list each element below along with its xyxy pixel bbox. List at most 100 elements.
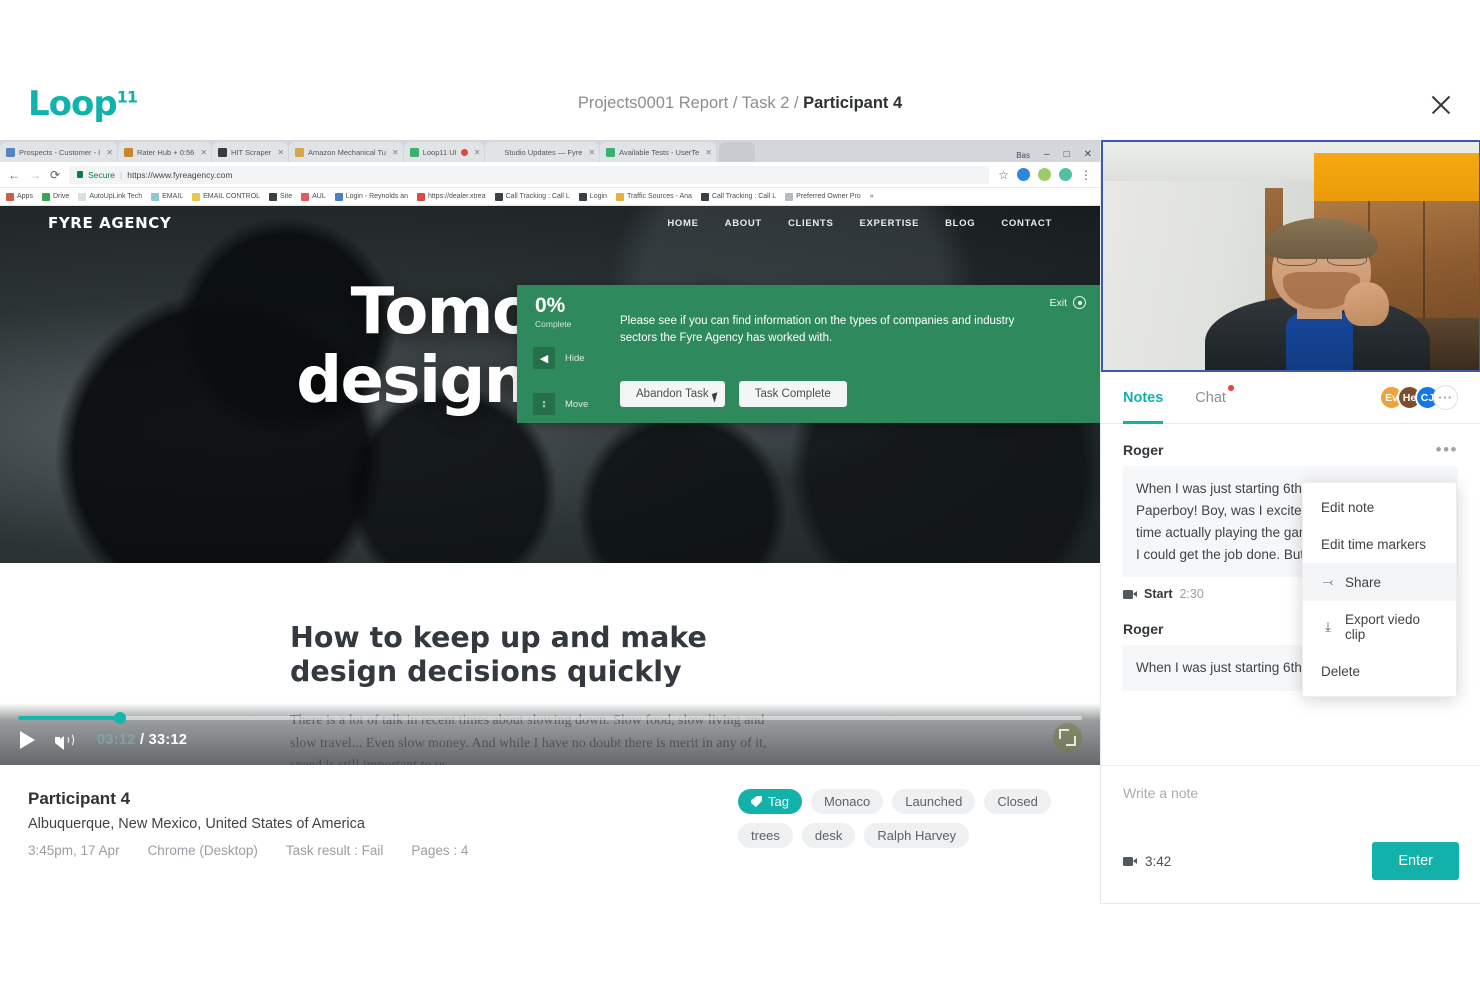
- menu-item-export-viedo-clip[interactable]: ⤓ Export viedo clip: [1303, 601, 1456, 653]
- website-nav-item-clients[interactable]: CLIENTS: [788, 218, 834, 229]
- bookmark-item-10[interactable]: Login: [578, 192, 607, 201]
- note-submit-bar: 3:42 Enter: [1101, 819, 1480, 903]
- tab-notes[interactable]: Notes: [1123, 372, 1164, 424]
- bookmark-item-6[interactable]: AUL: [301, 192, 326, 201]
- back-arrow-icon[interactable]: ←: [8, 168, 20, 182]
- url-input[interactable]: Secure | https://www.fyreagency.com: [69, 165, 990, 184]
- add-tag-button[interactable]: Tag: [738, 789, 802, 814]
- browser-tab-5[interactable]: Studio Updates — Fyre ✕: [485, 142, 600, 162]
- bookmark-item-4[interactable]: EMAIL CONTROL: [192, 192, 260, 201]
- bookmark-item-2[interactable]: AutoUpLink Tech: [78, 192, 142, 201]
- bookmark-item-5[interactable]: Site: [269, 192, 292, 201]
- task-move-control[interactable]: ↕ Move: [533, 393, 588, 415]
- browser-tab-2[interactable]: HIT Scraper ✕: [212, 142, 289, 162]
- bookmark-item-11[interactable]: Traffic Sources - Ana: [615, 192, 692, 201]
- tag-pill-3[interactable]: trees: [738, 823, 793, 848]
- website-nav-item-home[interactable]: HOME: [667, 218, 698, 229]
- window-minimize-icon[interactable]: –: [1044, 150, 1050, 160]
- chrome-menu-icon[interactable]: ⋮: [1080, 168, 1092, 182]
- volume-icon[interactable]: [55, 731, 77, 750]
- abandon-task-button[interactable]: Abandon Task: [620, 381, 725, 407]
- bookmark-label: Traffic Sources - Ana: [626, 193, 692, 200]
- extension-icon-3[interactable]: [1059, 168, 1072, 181]
- tab-close-icon[interactable]: ✕: [200, 148, 207, 157]
- extension-icon-2[interactable]: [1038, 168, 1051, 181]
- bookmark-favicon-icon: [700, 192, 709, 201]
- breadcrumb-current: Participant 4: [803, 94, 903, 112]
- fullscreen-icon[interactable]: [1053, 723, 1082, 752]
- tag-pill-4[interactable]: desk: [801, 823, 856, 848]
- bookmark-item-1[interactable]: Drive: [41, 192, 69, 201]
- menu-item-edit-note[interactable]: Edit note: [1303, 489, 1456, 526]
- avatar-overflow-button[interactable]: ···: [1433, 385, 1458, 410]
- browser-tab-0[interactable]: Prospects - Customer - I ✕: [0, 142, 117, 162]
- note-author: Roger: [1123, 442, 1164, 458]
- bookmark-item-13[interactable]: Preferred Owner Pro: [785, 192, 861, 201]
- website-nav-item-about[interactable]: ABOUT: [725, 218, 762, 229]
- bookmark-item-8[interactable]: https://dealer.xtrea: [417, 192, 486, 201]
- breadcrumb-path[interactable]: Projects0001 Report / Task 2 /: [578, 94, 803, 112]
- bookmark-item-12[interactable]: Call Tracking : Call L: [700, 192, 776, 201]
- tag-pill-2[interactable]: Closed: [984, 789, 1051, 814]
- play-icon[interactable]: [20, 731, 35, 749]
- tag-pill-5[interactable]: Ralph Harvey: [864, 823, 970, 848]
- browser-tab-4[interactable]: Loop11 UI ✕: [403, 142, 485, 162]
- task-exit-button[interactable]: Exit: [1049, 296, 1086, 309]
- bookmark-item-9[interactable]: Call Tracking : Call L: [494, 192, 570, 201]
- bookmark-label: EMAIL: [162, 193, 184, 200]
- tab-title: Loop11 UI: [422, 147, 457, 157]
- menu-item-edit-time-markers[interactable]: Edit time markers: [1303, 526, 1456, 563]
- bookmark-item-3[interactable]: EMAIL: [151, 192, 184, 201]
- website-nav-item-expertise[interactable]: EXPERTISE: [859, 218, 919, 229]
- bookmark-item-0[interactable]: Apps: [6, 192, 33, 201]
- bookmark-favicon-icon: [578, 192, 587, 201]
- website-brand[interactable]: FYRE AGENCY: [48, 214, 171, 232]
- menu-item-share[interactable]: ⤙ Share: [1303, 563, 1456, 601]
- video-progress-handle[interactable]: [114, 711, 127, 724]
- website-nav-item-contact[interactable]: CONTACT: [1001, 218, 1052, 229]
- bookmarks-overflow-icon[interactable]: »: [870, 193, 874, 200]
- bookmark-item-7[interactable]: Login - Reynolds an: [334, 192, 408, 201]
- website-nav-item-blog[interactable]: BLOG: [945, 218, 975, 229]
- breadcrumb: Projects0001 Report / Task 2 / Participa…: [0, 94, 1480, 113]
- extension-icon-1[interactable]: [1017, 168, 1030, 181]
- tab-close-icon[interactable]: ✕: [474, 148, 481, 157]
- tab-close-icon[interactable]: ✕: [588, 148, 595, 157]
- browser-tab-3[interactable]: Amazon Mechanical Tu ✕: [289, 142, 403, 162]
- reload-icon[interactable]: ⟳: [50, 168, 60, 182]
- task-hide-control[interactable]: ◀ Hide: [533, 347, 585, 369]
- close-icon[interactable]: [1426, 90, 1456, 120]
- tab-close-icon[interactable]: ✕: [705, 148, 712, 157]
- task-complete-button[interactable]: Task Complete: [738, 381, 847, 407]
- tab-chat[interactable]: Chat: [1195, 372, 1234, 424]
- tag-pill-0[interactable]: Monaco: [810, 789, 884, 814]
- bookmark-label: Call Tracking : Call L: [505, 193, 570, 200]
- menu-item-delete[interactable]: Delete: [1303, 653, 1456, 690]
- window-close-icon[interactable]: ✕: [1084, 150, 1092, 160]
- more-dots-icon[interactable]: •••: [1436, 441, 1458, 458]
- tab-close-icon[interactable]: ✕: [392, 148, 399, 157]
- bookmark-favicon-icon: [269, 192, 278, 201]
- browser-tab-6[interactable]: Available Tests - UserTe ✕: [600, 142, 716, 162]
- video-progress-track[interactable]: [18, 711, 1082, 724]
- browser-tab-1[interactable]: Rater Hub + 0:56 ✕: [117, 142, 212, 162]
- participant-webcam-feed[interactable]: [1101, 140, 1480, 372]
- share-icon: ⤙: [1322, 574, 1334, 589]
- tab-close-icon[interactable]: ✕: [106, 148, 113, 157]
- new-tab-button[interactable]: [719, 142, 755, 162]
- website-nav: FYRE AGENCY HOME ABOUT CLIENTS EXPERTISE BLO…: [0, 214, 1100, 232]
- bookmark-label: https://dealer.xtrea: [428, 193, 486, 200]
- menu-item-label: Edit time markers: [1321, 537, 1427, 552]
- task-move-label: Move: [565, 398, 589, 410]
- bookmark-label: AUL: [312, 193, 326, 200]
- move-updown-icon: ↕: [533, 393, 555, 415]
- bookmark-star-icon[interactable]: ☆: [998, 168, 1009, 182]
- tab-close-icon[interactable]: ✕: [277, 148, 284, 157]
- window-maximize-icon[interactable]: □: [1064, 150, 1070, 160]
- tag-pill-1[interactable]: Launched: [892, 789, 976, 814]
- person-hair: [1265, 218, 1379, 259]
- write-note-input[interactable]: Write a note: [1101, 765, 1480, 819]
- enter-button[interactable]: Enter: [1372, 842, 1459, 880]
- window-controls: Bas – □ ✕: [1004, 150, 1100, 162]
- bookmark-favicon-icon: [41, 192, 50, 201]
